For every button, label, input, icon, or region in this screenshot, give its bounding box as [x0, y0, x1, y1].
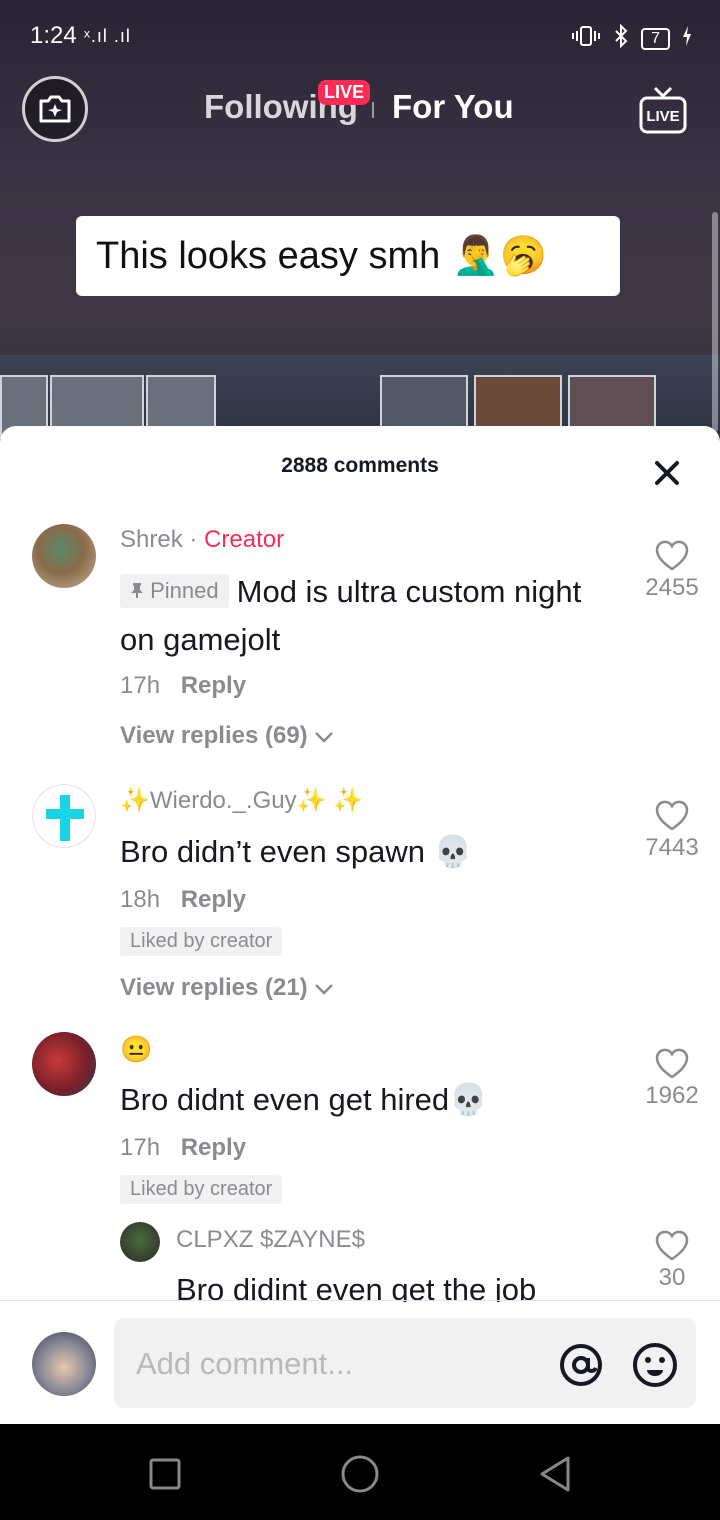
view-replies-label: View replies (21)	[120, 974, 308, 1001]
nav-divider	[372, 102, 374, 118]
back-triangle-icon	[540, 1456, 570, 1492]
system-nav-bar	[0, 1424, 720, 1520]
live-button[interactable]: LIVE	[638, 86, 688, 134]
pinned-label: Pinned	[150, 578, 219, 603]
comment-meta: 18h Reply	[120, 886, 246, 914]
like-button[interactable]	[654, 1048, 690, 1080]
heart-icon	[655, 1230, 689, 1261]
liked-by-creator-badge: Liked by creator	[120, 1175, 283, 1204]
camera-button[interactable]	[22, 76, 88, 142]
live-button-label: LIVE	[646, 108, 679, 125]
like-count: 2455	[645, 574, 699, 601]
avatar[interactable]	[120, 1222, 160, 1262]
comment-username[interactable]: 😐	[120, 1034, 152, 1065]
live-tv-icon: LIVE	[639, 86, 687, 134]
reply-button[interactable]: Reply	[181, 1134, 246, 1161]
vibrate-icon	[571, 25, 601, 53]
view-replies-label: View replies (69)	[120, 722, 308, 749]
comment-input-placeholder: Add comment...	[136, 1346, 354, 1381]
chevron-down-icon	[315, 984, 334, 995]
home-button[interactable]	[340, 1454, 380, 1494]
like-button[interactable]	[654, 540, 690, 572]
reply-button[interactable]: Reply	[181, 672, 246, 699]
like-button[interactable]	[654, 800, 690, 832]
like-button[interactable]	[654, 1230, 690, 1262]
back-button[interactable]	[536, 1454, 576, 1494]
smiley-icon	[633, 1343, 677, 1387]
avatar[interactable]	[32, 1032, 96, 1096]
reply-username[interactable]: CLPXZ $ZAYNE$	[176, 1226, 365, 1254]
status-bar: 1:24 ˣ.ıl .ıl 7	[0, 0, 720, 72]
emoji-button[interactable]	[632, 1342, 678, 1388]
comments-count: 2888 comments	[281, 454, 439, 477]
comment-text: Bro didn’t even spawn 💀	[120, 834, 473, 869]
divider	[0, 1300, 720, 1301]
reply-button[interactable]: Reply	[181, 886, 246, 913]
charging-icon	[682, 26, 692, 52]
recents-button[interactable]	[145, 1454, 185, 1494]
signal-icon: ˣ.ıl .ıl	[84, 26, 131, 46]
comment-username[interactable]: ✨Wierdo._.Guy✨ ✨	[120, 786, 363, 815]
view-replies-button[interactable]: View replies (21)	[120, 974, 334, 1002]
square-icon	[149, 1458, 181, 1490]
heart-icon	[655, 1048, 689, 1079]
comment-time: 17h	[120, 1134, 161, 1161]
comment-meta: 17h Reply	[120, 1134, 246, 1162]
bluetooth-icon	[613, 23, 629, 54]
pin-icon	[131, 583, 143, 598]
status-time: 1:24	[30, 22, 77, 49]
status-right: 7	[571, 23, 692, 54]
view-replies-button[interactable]: View replies (69)	[120, 722, 334, 750]
comment-meta: 17h Reply	[120, 672, 246, 700]
add-comment-bar: Add comment...	[0, 1302, 720, 1426]
comment-username[interactable]: Shrek · Creator	[120, 526, 284, 554]
avatar[interactable]	[32, 524, 96, 588]
avatar[interactable]	[32, 784, 96, 848]
comments-sheet: 2888 comments Shrek · Creator Pinned Mod…	[0, 426, 720, 1426]
close-icon	[655, 461, 679, 485]
username-text: Shrek	[120, 526, 183, 553]
camera-icon	[39, 95, 71, 123]
mention-button[interactable]	[558, 1342, 604, 1388]
liked-by-creator-badge: Liked by creator	[120, 927, 283, 956]
video-caption: This looks easy smh 🤦‍♂️🥱	[76, 216, 620, 296]
tab-for-you[interactable]: For You	[392, 88, 514, 126]
comment-input[interactable]: Add comment...	[114, 1318, 696, 1408]
pinned-badge: Pinned	[120, 574, 229, 608]
comment-text: Pinned Mod is ultra custom night on game…	[120, 568, 590, 664]
like-count: 7443	[645, 834, 699, 861]
comment-time: 18h	[120, 886, 161, 913]
creator-tag: Creator	[204, 526, 285, 553]
circle-icon	[341, 1455, 379, 1493]
comment-time: 17h	[120, 672, 161, 699]
caption-emojis: 🤦‍♂️🥱	[452, 235, 547, 277]
separator: ·	[189, 526, 198, 553]
live-badge: LIVE	[318, 80, 371, 105]
my-avatar[interactable]	[32, 1332, 96, 1396]
cross-icon	[46, 795, 84, 841]
battery-icon: 7	[641, 28, 670, 50]
like-count: 1962	[645, 1082, 699, 1109]
chevron-down-icon	[315, 732, 334, 743]
comment-text: Bro didnt even get hired💀	[120, 1082, 488, 1117]
caption-text: This looks easy smh	[96, 234, 441, 277]
heart-icon	[655, 540, 689, 571]
at-icon	[560, 1344, 602, 1386]
video-scroll-indicator	[712, 212, 718, 432]
like-count: 30	[658, 1264, 686, 1291]
close-button[interactable]	[652, 458, 682, 488]
heart-icon	[655, 800, 689, 831]
